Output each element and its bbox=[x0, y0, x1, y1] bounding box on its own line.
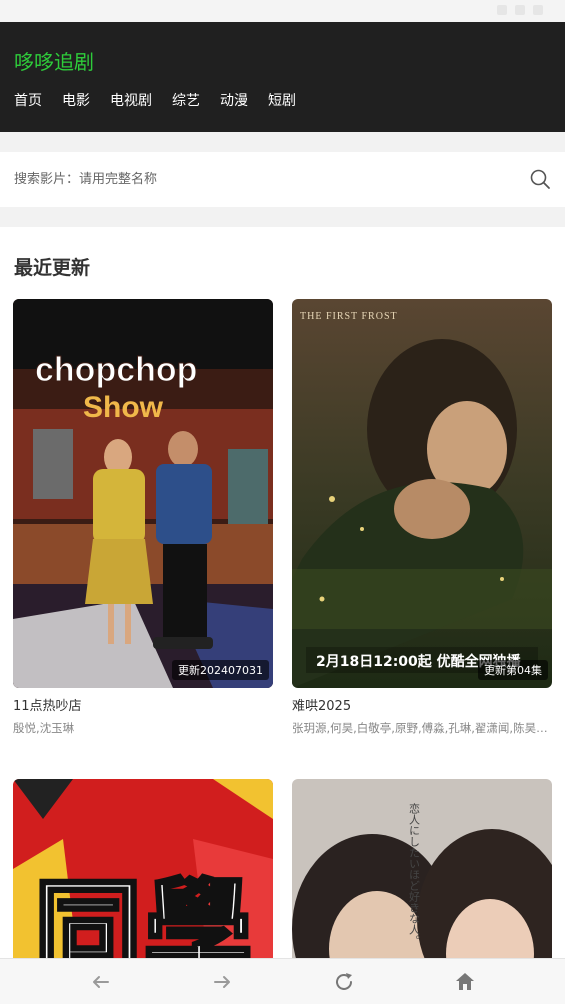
card-cast: 张玥源,何昊,白敬亭,原野,傅淼,孔琳,翟潇闻,陈昊… bbox=[292, 721, 548, 735]
home-button[interactable] bbox=[452, 969, 478, 995]
poster-first-frost: THE FIRST FROST 2月18日12:00起 优酷全网独播 bbox=[292, 299, 552, 688]
main-nav: 首页 电影 电视剧 综艺 动漫 短剧 bbox=[14, 90, 296, 110]
update-badge: 更新202407031 bbox=[172, 660, 269, 680]
bottom-nav bbox=[0, 958, 565, 1004]
poster-image[interactable]: THE FIRST FROST 2月18日12:00起 优酷全网独播 更新第04… bbox=[292, 299, 552, 688]
card-title[interactable]: 11点热吵店 bbox=[13, 695, 273, 714]
svg-text:Show: Show bbox=[83, 391, 164, 424]
status-bar bbox=[0, 0, 565, 22]
nav-item-short[interactable]: 短剧 bbox=[268, 90, 296, 110]
search-icon[interactable] bbox=[529, 168, 551, 190]
update-badge: 更新第04集 bbox=[478, 660, 548, 680]
nav-item-movie[interactable]: 电影 bbox=[62, 90, 90, 110]
site-header: 哆哆追剧 首页 电影 电视剧 综艺 动漫 短剧 bbox=[0, 22, 565, 132]
search-bar bbox=[0, 152, 565, 207]
nav-item-anime[interactable]: 动漫 bbox=[220, 90, 248, 110]
card-title[interactable]: 难哄2025 bbox=[292, 695, 552, 714]
poster-caption: 恋人にしたいほど好きな人。 bbox=[408, 802, 421, 946]
poster-chopchop: chopchop Show bbox=[13, 299, 273, 688]
back-button[interactable] bbox=[88, 969, 114, 995]
poster-image[interactable]: chopchop Show 更新202407031 bbox=[13, 299, 273, 688]
forward-button[interactable] bbox=[209, 969, 235, 995]
card-cast: 殷悦,沈玉琳 bbox=[13, 721, 75, 735]
section-title: 最近更新 bbox=[14, 257, 91, 279]
reload-button[interactable] bbox=[331, 969, 357, 995]
svg-text:chopchop: chopchop bbox=[35, 351, 197, 389]
nav-item-tv[interactable]: 电视剧 bbox=[110, 90, 152, 110]
status-icons bbox=[497, 5, 543, 15]
site-logo[interactable]: 哆哆追剧 bbox=[14, 46, 94, 75]
search-input[interactable] bbox=[14, 166, 504, 192]
poster-caption: THE FIRST FROST bbox=[300, 311, 398, 322]
video-card[interactable]: THE FIRST FROST 2月18日12:00起 优酷全网独播 更新第04… bbox=[292, 299, 552, 736]
nav-item-home[interactable]: 首页 bbox=[14, 90, 42, 110]
video-card[interactable]: chopchop Show 更新202407031 11点热吵店 殷悦,沈玉琳 bbox=[13, 299, 273, 736]
nav-item-variety[interactable]: 综艺 bbox=[172, 90, 200, 110]
main-content: 最近更新 chopchop Show 更新202407031 11点热吵店 殷悦… bbox=[0, 227, 565, 1004]
